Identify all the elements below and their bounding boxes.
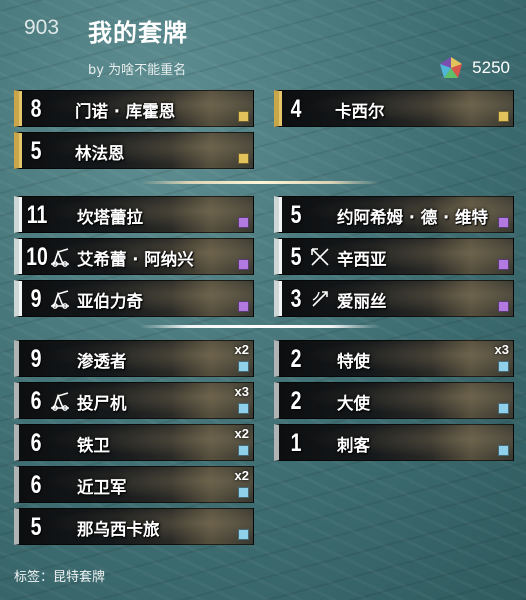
card-power: 6 xyxy=(30,471,42,499)
crafting-cost: 5250 xyxy=(438,55,510,81)
siege-icon xyxy=(51,392,69,411)
epic-rarity-icon xyxy=(238,259,249,270)
bronze-cards-section: 9 渗透者 x2 2 特使 x3 6 投尸机 x3 2 大使 6 铁卫 x2 1… xyxy=(14,340,514,545)
card-row[interactable]: 6 近卫军 x2 xyxy=(14,466,254,503)
card-name: 卡西尔 xyxy=(335,102,385,121)
card-power: 6 xyxy=(30,429,42,457)
card-power: 8 xyxy=(30,95,42,123)
card-copies: x2 xyxy=(234,426,249,441)
card-row[interactable]: 5 那乌西卡旅 xyxy=(14,508,254,545)
silver-cards-section: 11 坎塔蕾拉 5 约阿希姆 · 德 · 维特 10 艾希蕾 · 阿纳兴 5 辛… xyxy=(14,196,514,317)
card-power: 2 xyxy=(290,345,302,373)
card-name: 亚伯力奇 xyxy=(77,292,143,311)
card-name: 林法恩 xyxy=(75,144,125,163)
crafting-gem-icon xyxy=(440,57,463,78)
epic-rarity-icon xyxy=(498,259,509,270)
section-divider xyxy=(140,324,380,329)
epic-rarity-icon xyxy=(238,301,249,312)
card-row[interactable]: 9 亚伯力奇 xyxy=(14,280,254,317)
card-row[interactable]: 2 大使 xyxy=(274,382,514,419)
section-divider xyxy=(140,180,380,185)
card-copies: x3 xyxy=(494,342,509,357)
deck-title: 我的套牌 xyxy=(88,19,188,47)
card-row[interactable]: 5 约阿希姆 · 德 · 维特 xyxy=(274,196,514,233)
card-power: 9 xyxy=(30,285,42,313)
card-power: 10 xyxy=(26,243,48,271)
deck-id: 903 xyxy=(24,16,60,39)
card-row[interactable]: 2 特使 x3 xyxy=(274,340,514,377)
crafting-cost-value: 5250 xyxy=(472,58,510,77)
card-power: 1 xyxy=(290,429,302,457)
card-power: 5 xyxy=(290,243,302,271)
card-row[interactable]: 10 艾希蕾 · 阿纳兴 xyxy=(14,238,254,275)
card-row[interactable]: 5 辛西亚 xyxy=(274,238,514,275)
card-power: 5 xyxy=(290,201,302,229)
card-name: 坎塔蕾拉 xyxy=(77,208,143,227)
common-rarity-icon xyxy=(498,361,509,372)
card-power: 3 xyxy=(290,285,302,313)
card-row[interactable]: 3 爱丽丝 xyxy=(274,280,514,317)
card-name: 那乌西卡旅 xyxy=(77,520,160,539)
card-power: 4 xyxy=(290,95,302,123)
siege-icon xyxy=(51,290,69,309)
card-power: 9 xyxy=(30,345,42,373)
card-name: 约阿希姆 · 德 · 维特 xyxy=(337,208,489,227)
common-rarity-icon xyxy=(498,403,509,414)
deck-header: 903 我的套牌 by 为啥不能重名 5250 xyxy=(0,0,526,86)
card-power: 2 xyxy=(290,387,302,415)
card-copies: x2 xyxy=(234,342,249,357)
card-name: 刺客 xyxy=(337,436,370,455)
card-row[interactable]: 5 林法恩 xyxy=(14,132,254,169)
card-name: 大使 xyxy=(337,394,370,413)
card-name: 爱丽丝 xyxy=(337,292,387,311)
card-row[interactable]: 9 渗透者 x2 xyxy=(14,340,254,377)
epic-rarity-icon xyxy=(498,217,509,228)
card-name: 投尸机 xyxy=(77,394,127,413)
card-row[interactable]: 6 铁卫 x2 xyxy=(14,424,254,461)
common-rarity-icon xyxy=(238,445,249,456)
card-row[interactable]: 8 门诺 · 库霍恩 xyxy=(14,90,254,127)
legendary-rarity-icon xyxy=(498,111,509,122)
card-power: 6 xyxy=(30,387,42,415)
card-name: 辛西亚 xyxy=(337,250,387,269)
card-copies: x3 xyxy=(234,384,249,399)
card-name: 门诺 · 库霍恩 xyxy=(75,102,176,121)
legendary-rarity-icon xyxy=(238,111,249,122)
crossbow-icon xyxy=(311,248,329,266)
card-power: 5 xyxy=(30,513,42,541)
legendary-rarity-icon xyxy=(238,153,249,164)
card-copies: x2 xyxy=(234,468,249,483)
deck-author: by 为啥不能重名 xyxy=(88,63,187,78)
card-name: 近卫军 xyxy=(77,478,127,497)
card-power: 11 xyxy=(26,201,48,229)
card-row[interactable]: 1 刺客 xyxy=(274,424,514,461)
card-row[interactable]: 4 卡西尔 xyxy=(274,90,514,127)
card-power: 5 xyxy=(30,137,42,165)
gold-cards-section: 8 门诺 · 库霍恩 4 卡西尔 5 林法恩 xyxy=(14,90,514,169)
common-rarity-icon xyxy=(238,361,249,372)
card-row[interactable]: 11 坎塔蕾拉 xyxy=(14,196,254,233)
common-rarity-icon xyxy=(238,487,249,498)
common-rarity-icon xyxy=(498,445,509,456)
card-name: 艾希蕾 · 阿纳兴 xyxy=(77,250,194,269)
common-rarity-icon xyxy=(238,529,249,540)
card-name: 渗透者 xyxy=(77,352,127,371)
deck-tag: 标签：昆特套牌 xyxy=(14,570,106,585)
epic-rarity-icon xyxy=(498,301,509,312)
ranged-icon xyxy=(312,291,328,307)
epic-rarity-icon xyxy=(238,217,249,228)
siege-icon xyxy=(51,248,69,267)
card-name: 特使 xyxy=(337,352,370,371)
common-rarity-icon xyxy=(238,403,249,414)
card-name: 铁卫 xyxy=(77,436,110,455)
card-row[interactable]: 6 投尸机 x3 xyxy=(14,382,254,419)
